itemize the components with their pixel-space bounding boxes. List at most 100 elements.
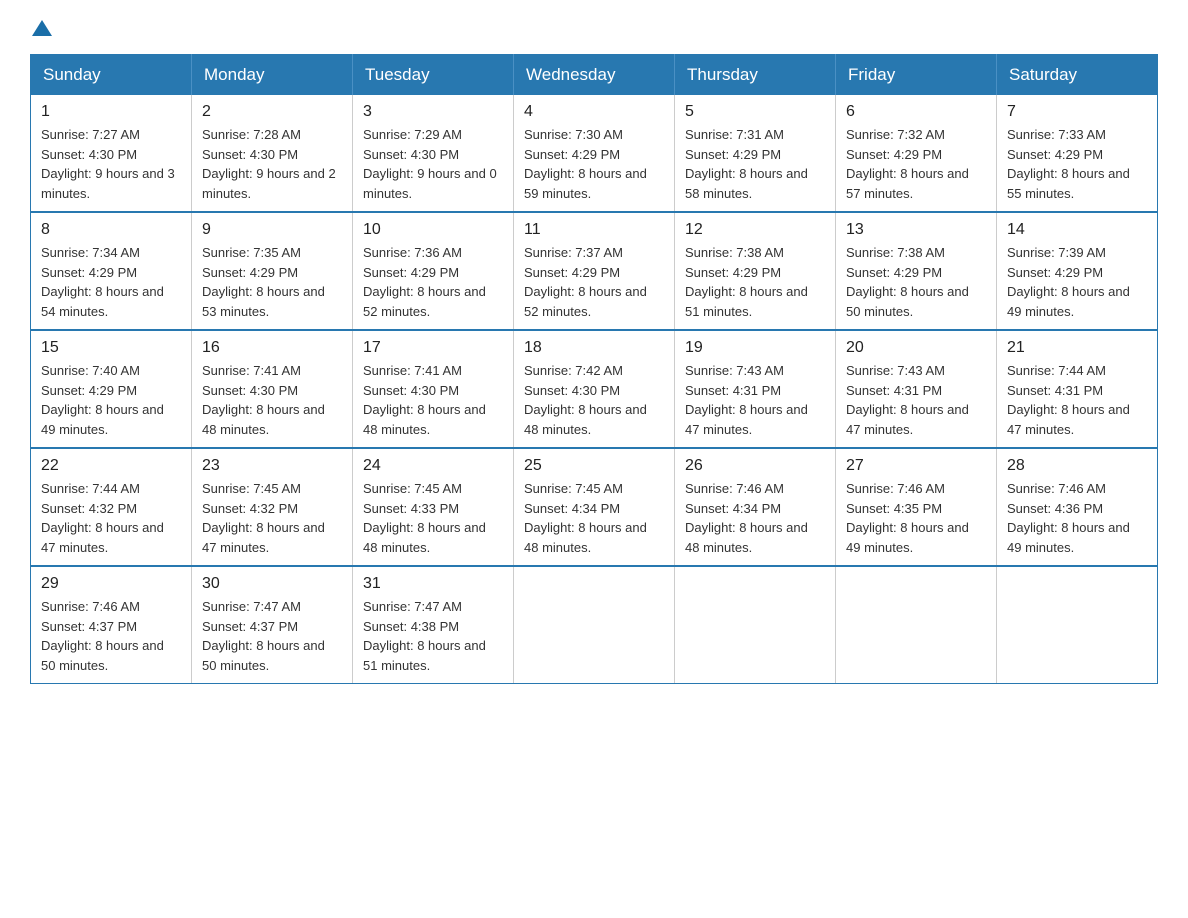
day-number: 31	[363, 575, 503, 593]
day-info: Sunrise: 7:46 AMSunset: 4:34 PMDaylight:…	[685, 479, 825, 557]
calendar-cell: 1 Sunrise: 7:27 AMSunset: 4:30 PMDayligh…	[31, 95, 192, 212]
calendar-cell	[514, 566, 675, 684]
day-info: Sunrise: 7:32 AMSunset: 4:29 PMDaylight:…	[846, 125, 986, 203]
calendar-cell: 26 Sunrise: 7:46 AMSunset: 4:34 PMDaylig…	[675, 448, 836, 566]
calendar-cell: 7 Sunrise: 7:33 AMSunset: 4:29 PMDayligh…	[997, 95, 1158, 212]
header	[30, 20, 1158, 36]
weekday-header-monday: Monday	[192, 55, 353, 96]
day-info: Sunrise: 7:28 AMSunset: 4:30 PMDaylight:…	[202, 125, 342, 203]
day-info: Sunrise: 7:29 AMSunset: 4:30 PMDaylight:…	[363, 125, 503, 203]
weekday-header-row: SundayMondayTuesdayWednesdayThursdayFrid…	[31, 55, 1158, 96]
calendar-cell: 24 Sunrise: 7:45 AMSunset: 4:33 PMDaylig…	[353, 448, 514, 566]
day-info: Sunrise: 7:44 AMSunset: 4:32 PMDaylight:…	[41, 479, 181, 557]
day-info: Sunrise: 7:33 AMSunset: 4:29 PMDaylight:…	[1007, 125, 1147, 203]
day-number: 26	[685, 457, 825, 475]
calendar-cell	[997, 566, 1158, 684]
day-number: 28	[1007, 457, 1147, 475]
day-info: Sunrise: 7:34 AMSunset: 4:29 PMDaylight:…	[41, 243, 181, 321]
calendar-cell: 8 Sunrise: 7:34 AMSunset: 4:29 PMDayligh…	[31, 212, 192, 330]
day-number: 7	[1007, 103, 1147, 121]
day-info: Sunrise: 7:38 AMSunset: 4:29 PMDaylight:…	[685, 243, 825, 321]
calendar-cell: 5 Sunrise: 7:31 AMSunset: 4:29 PMDayligh…	[675, 95, 836, 212]
calendar-cell: 31 Sunrise: 7:47 AMSunset: 4:38 PMDaylig…	[353, 566, 514, 684]
day-info: Sunrise: 7:43 AMSunset: 4:31 PMDaylight:…	[685, 361, 825, 439]
calendar-cell: 28 Sunrise: 7:46 AMSunset: 4:36 PMDaylig…	[997, 448, 1158, 566]
day-number: 1	[41, 103, 181, 121]
calendar-cell	[836, 566, 997, 684]
day-number: 4	[524, 103, 664, 121]
calendar-cell: 13 Sunrise: 7:38 AMSunset: 4:29 PMDaylig…	[836, 212, 997, 330]
day-number: 9	[202, 221, 342, 239]
day-info: Sunrise: 7:47 AMSunset: 4:38 PMDaylight:…	[363, 597, 503, 675]
day-number: 6	[846, 103, 986, 121]
calendar-week-row: 1 Sunrise: 7:27 AMSunset: 4:30 PMDayligh…	[31, 95, 1158, 212]
day-info: Sunrise: 7:43 AMSunset: 4:31 PMDaylight:…	[846, 361, 986, 439]
calendar-cell: 30 Sunrise: 7:47 AMSunset: 4:37 PMDaylig…	[192, 566, 353, 684]
logo-triangle-icon	[32, 20, 52, 36]
day-info: Sunrise: 7:47 AMSunset: 4:37 PMDaylight:…	[202, 597, 342, 675]
calendar-cell: 21 Sunrise: 7:44 AMSunset: 4:31 PMDaylig…	[997, 330, 1158, 448]
calendar-cell: 14 Sunrise: 7:39 AMSunset: 4:29 PMDaylig…	[997, 212, 1158, 330]
calendar-table: SundayMondayTuesdayWednesdayThursdayFrid…	[30, 54, 1158, 684]
calendar-cell: 25 Sunrise: 7:45 AMSunset: 4:34 PMDaylig…	[514, 448, 675, 566]
day-number: 3	[363, 103, 503, 121]
day-info: Sunrise: 7:36 AMSunset: 4:29 PMDaylight:…	[363, 243, 503, 321]
day-number: 15	[41, 339, 181, 357]
calendar-cell: 6 Sunrise: 7:32 AMSunset: 4:29 PMDayligh…	[836, 95, 997, 212]
day-number: 21	[1007, 339, 1147, 357]
logo	[30, 20, 52, 36]
day-info: Sunrise: 7:27 AMSunset: 4:30 PMDaylight:…	[41, 125, 181, 203]
calendar-cell: 12 Sunrise: 7:38 AMSunset: 4:29 PMDaylig…	[675, 212, 836, 330]
day-info: Sunrise: 7:31 AMSunset: 4:29 PMDaylight:…	[685, 125, 825, 203]
calendar-cell: 3 Sunrise: 7:29 AMSunset: 4:30 PMDayligh…	[353, 95, 514, 212]
calendar-week-row: 15 Sunrise: 7:40 AMSunset: 4:29 PMDaylig…	[31, 330, 1158, 448]
day-info: Sunrise: 7:42 AMSunset: 4:30 PMDaylight:…	[524, 361, 664, 439]
day-number: 17	[363, 339, 503, 357]
day-info: Sunrise: 7:38 AMSunset: 4:29 PMDaylight:…	[846, 243, 986, 321]
day-number: 16	[202, 339, 342, 357]
day-info: Sunrise: 7:37 AMSunset: 4:29 PMDaylight:…	[524, 243, 664, 321]
day-number: 29	[41, 575, 181, 593]
weekday-header-saturday: Saturday	[997, 55, 1158, 96]
calendar-cell: 4 Sunrise: 7:30 AMSunset: 4:29 PMDayligh…	[514, 95, 675, 212]
weekday-header-wednesday: Wednesday	[514, 55, 675, 96]
calendar-week-row: 29 Sunrise: 7:46 AMSunset: 4:37 PMDaylig…	[31, 566, 1158, 684]
calendar-cell: 15 Sunrise: 7:40 AMSunset: 4:29 PMDaylig…	[31, 330, 192, 448]
weekday-header-tuesday: Tuesday	[353, 55, 514, 96]
calendar-cell: 2 Sunrise: 7:28 AMSunset: 4:30 PMDayligh…	[192, 95, 353, 212]
day-number: 10	[363, 221, 503, 239]
day-number: 25	[524, 457, 664, 475]
calendar-cell: 23 Sunrise: 7:45 AMSunset: 4:32 PMDaylig…	[192, 448, 353, 566]
day-number: 14	[1007, 221, 1147, 239]
calendar-cell: 19 Sunrise: 7:43 AMSunset: 4:31 PMDaylig…	[675, 330, 836, 448]
day-info: Sunrise: 7:44 AMSunset: 4:31 PMDaylight:…	[1007, 361, 1147, 439]
calendar-cell: 22 Sunrise: 7:44 AMSunset: 4:32 PMDaylig…	[31, 448, 192, 566]
calendar-cell: 11 Sunrise: 7:37 AMSunset: 4:29 PMDaylig…	[514, 212, 675, 330]
calendar-cell: 27 Sunrise: 7:46 AMSunset: 4:35 PMDaylig…	[836, 448, 997, 566]
weekday-header-sunday: Sunday	[31, 55, 192, 96]
day-number: 19	[685, 339, 825, 357]
day-info: Sunrise: 7:35 AMSunset: 4:29 PMDaylight:…	[202, 243, 342, 321]
day-info: Sunrise: 7:41 AMSunset: 4:30 PMDaylight:…	[363, 361, 503, 439]
day-number: 12	[685, 221, 825, 239]
calendar-cell	[675, 566, 836, 684]
day-number: 24	[363, 457, 503, 475]
calendar-week-row: 22 Sunrise: 7:44 AMSunset: 4:32 PMDaylig…	[31, 448, 1158, 566]
day-info: Sunrise: 7:46 AMSunset: 4:37 PMDaylight:…	[41, 597, 181, 675]
day-number: 2	[202, 103, 342, 121]
day-info: Sunrise: 7:41 AMSunset: 4:30 PMDaylight:…	[202, 361, 342, 439]
day-info: Sunrise: 7:45 AMSunset: 4:34 PMDaylight:…	[524, 479, 664, 557]
calendar-week-row: 8 Sunrise: 7:34 AMSunset: 4:29 PMDayligh…	[31, 212, 1158, 330]
day-info: Sunrise: 7:46 AMSunset: 4:35 PMDaylight:…	[846, 479, 986, 557]
day-number: 30	[202, 575, 342, 593]
day-info: Sunrise: 7:45 AMSunset: 4:33 PMDaylight:…	[363, 479, 503, 557]
day-info: Sunrise: 7:30 AMSunset: 4:29 PMDaylight:…	[524, 125, 664, 203]
day-info: Sunrise: 7:46 AMSunset: 4:36 PMDaylight:…	[1007, 479, 1147, 557]
weekday-header-thursday: Thursday	[675, 55, 836, 96]
weekday-header-friday: Friday	[836, 55, 997, 96]
day-number: 22	[41, 457, 181, 475]
calendar-cell: 29 Sunrise: 7:46 AMSunset: 4:37 PMDaylig…	[31, 566, 192, 684]
day-info: Sunrise: 7:39 AMSunset: 4:29 PMDaylight:…	[1007, 243, 1147, 321]
calendar-cell: 16 Sunrise: 7:41 AMSunset: 4:30 PMDaylig…	[192, 330, 353, 448]
day-number: 18	[524, 339, 664, 357]
